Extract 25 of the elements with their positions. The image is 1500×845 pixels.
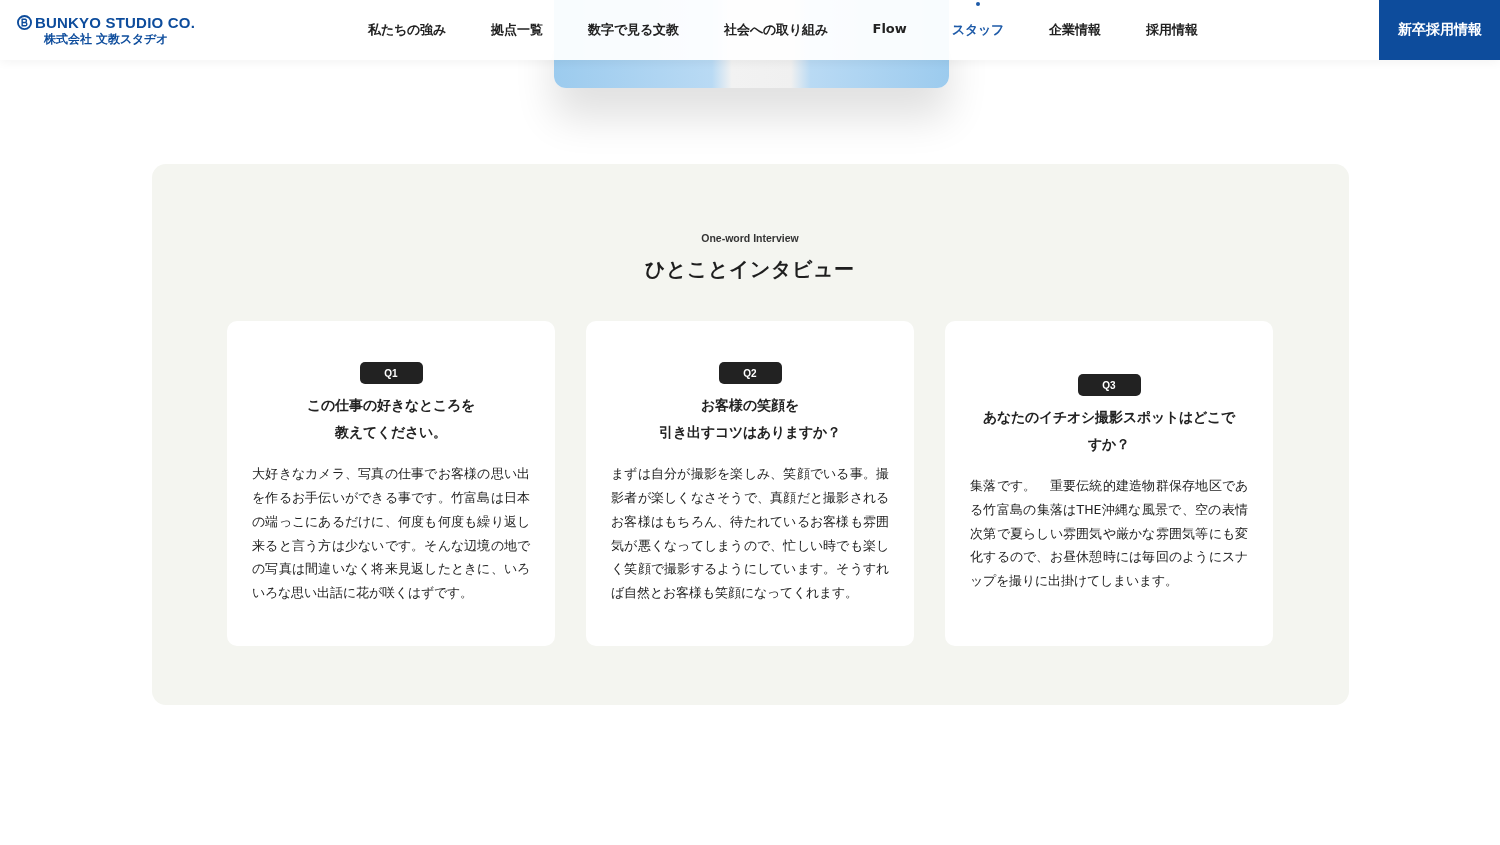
answer-text: 大好きなカメラ、写真の仕事でお客様の思い出を作るお手伝いができる事です。竹富島は日本の端っこにあるだけに、何度も何度も繰り返し来ると言う方は少ないです。そんな辺境の地での写真は間違いなく将来見返したときに、いろいろな思い出話に花が咲くはずです。 xyxy=(252,465,530,602)
logo-subtitle: 株式会社 文教スタヂオ xyxy=(44,31,168,47)
question-badge: Q1 xyxy=(359,362,423,385)
nav-link[interactable]: 採用情報 xyxy=(1123,21,1221,39)
nav-link[interactable]: スタッフ xyxy=(929,21,1027,39)
question-text: お客様の笑顔を 引き出すコツはありますか？ xyxy=(659,396,841,443)
nav-link[interactable]: 企業情報 xyxy=(1026,21,1124,39)
question-badge: Q2 xyxy=(718,362,782,385)
answer-text: まずは自分が撮影を楽しみ、笑顔でいる事。撮影者が楽しくなさそうで、真顔だと撮影されるお客様はもちろん、待たれているお客様も雰囲気が悪くなってしまうので、忙しい時でも楽しく笑顔で撮影するようにしています。そうすれば自然とお客様も笑顔になってくれます。 xyxy=(611,465,889,602)
question-text: あなたのイチオシ撮影スポットはどこで すか？ xyxy=(983,408,1235,455)
question-text: この仕事の好きなところを 教えてください。 xyxy=(307,396,475,443)
logo[interactable]: BUNKYO STUDIO CO. 株式会社 文教スタヂオ xyxy=(15,13,197,47)
logo-icon xyxy=(16,14,32,30)
nav-link[interactable]: Flow xyxy=(850,21,930,39)
question-badge: Q3 xyxy=(1077,374,1141,397)
recruit-button[interactable]: 新卒採用情報 xyxy=(1379,0,1500,60)
nav-link[interactable]: 数字で見る文教 xyxy=(565,21,701,39)
nav-link[interactable]: 拠点一覧 xyxy=(468,21,565,39)
logo-text: BUNKYO STUDIO CO. xyxy=(34,13,196,31)
section-subtitle: One-word Interview xyxy=(701,232,799,244)
nav-link[interactable]: 社会への取り組み xyxy=(701,21,850,39)
nav-link[interactable]: 私たちの強み xyxy=(345,21,468,39)
active-dot-icon xyxy=(975,2,980,6)
section-title: ひとことインタビュー xyxy=(645,256,855,283)
answer-text: 集落です。 重要伝統的建造物群保存地区である竹富島の集落はTHE沖縄な風景で、空の表情次第で夏らしい雰囲気や厳かな雰囲気等にも変化するので、お昼休憩時には毎回のようにスナップを撮りに出掛けてしまいます。 xyxy=(970,477,1248,591)
